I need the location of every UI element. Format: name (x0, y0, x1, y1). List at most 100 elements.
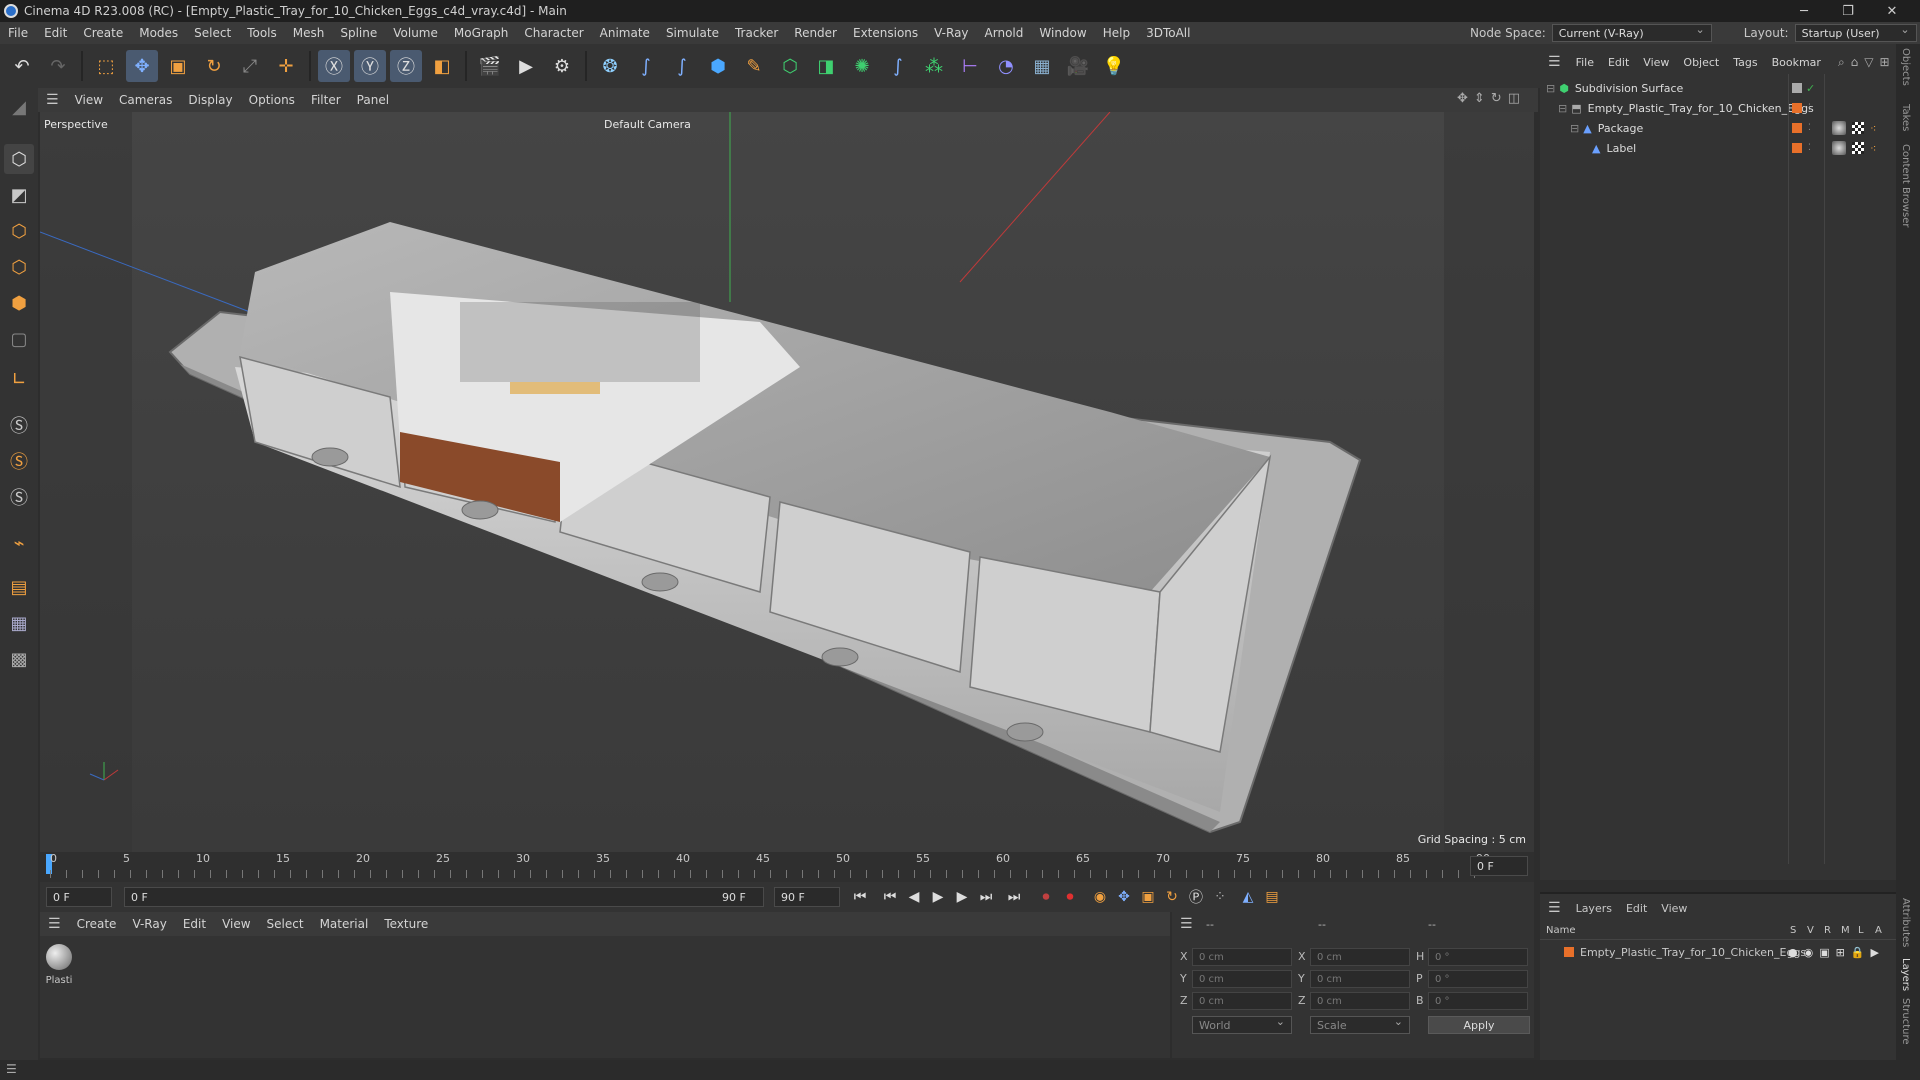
material-menu-view[interactable]: View (214, 917, 258, 931)
light-icon[interactable]: 💡 (1098, 50, 1130, 82)
make-editable-icon[interactable]: ◢ (4, 92, 34, 122)
object-menu-bookmarks[interactable]: Bookmar (1765, 56, 1828, 69)
previous-key-icon[interactable]: ⏮ (878, 885, 902, 909)
object-row-label[interactable]: ▲ Label ⁚ ⁖ (1540, 138, 1896, 158)
scale-icon[interactable]: ▣ (162, 50, 194, 82)
uvw-tag-icon[interactable] (1852, 122, 1864, 134)
scale-z-field[interactable]: 0 cm (1310, 992, 1410, 1010)
layer-row[interactable]: Empty_Plastic_Tray_for_10_Chicken_Eggs ●… (1540, 942, 1896, 962)
next-key-icon[interactable]: ⏭ (974, 885, 998, 909)
visibility-dots-icon[interactable]: ⁚ (1808, 123, 1811, 133)
apply-button[interactable]: Apply (1428, 1016, 1530, 1034)
rotation-h-field[interactable]: 0 ° (1428, 948, 1528, 966)
material-hamburger-icon[interactable]: ☰ (40, 916, 69, 932)
layer-color-icon[interactable] (1792, 123, 1802, 133)
expand-icon[interactable]: ⊟ (1570, 122, 1579, 135)
layout-select[interactable]: Startup (User) (1794, 23, 1917, 42)
close-button[interactable]: ✕ (1870, 0, 1914, 22)
enabled-check-icon[interactable]: ✓ (1806, 82, 1815, 95)
record-keys-icon[interactable]: ⏺ (1034, 885, 1058, 909)
menu-create[interactable]: Create (75, 26, 131, 40)
side-tab-objects[interactable]: Objects (1900, 48, 1911, 86)
material-menu-vray[interactable]: V-Ray (124, 917, 174, 931)
key-position-icon[interactable]: ✥ (1112, 885, 1136, 909)
menu-volume[interactable]: Volume (385, 26, 446, 40)
layer-col-manager[interactable]: M (1841, 925, 1858, 936)
recent-tools-icon[interactable]: ⤢ (234, 50, 266, 82)
side-tab-structure[interactable]: Structure (1900, 998, 1911, 1045)
position-z-field[interactable]: 0 cm (1192, 992, 1292, 1010)
render-picture-viewer-icon[interactable]: ▶ (510, 50, 542, 82)
python-icon[interactable]: ∫ (630, 50, 662, 82)
python-generator-icon[interactable]: ∫ (882, 50, 914, 82)
viewport-menu-panel[interactable]: Panel (349, 93, 397, 107)
scale-x-field[interactable]: 0 cm (1310, 948, 1410, 966)
live-selection-icon[interactable]: ⬚ (90, 50, 122, 82)
layer-color-icon[interactable] (1564, 947, 1574, 957)
menu-file[interactable]: File (0, 26, 36, 40)
vray-logo-icon[interactable]: ❂ (594, 50, 626, 82)
material-menu-create[interactable]: Create (69, 917, 125, 931)
layer-hamburger-icon[interactable]: ☰ (1540, 900, 1569, 916)
menu-help[interactable]: Help (1095, 26, 1138, 40)
object-menu-view[interactable]: View (1636, 56, 1676, 69)
menu-spline[interactable]: Spline (332, 26, 385, 40)
x-axis-lock-icon[interactable]: Ⓧ (318, 50, 350, 82)
rotation-p-field[interactable]: 0 ° (1428, 970, 1528, 988)
model-mode-icon[interactable]: ⬡ (4, 144, 34, 174)
grid-icon[interactable]: ▦ (4, 608, 34, 638)
key-parameter-icon[interactable]: Ⓟ (1184, 885, 1208, 909)
object-row-tray[interactable]: ⊟ ⬒ Empty_Plastic_Tray_for_10_Chicken_Eg… (1540, 98, 1896, 118)
python-icon-2[interactable]: ∫ (666, 50, 698, 82)
render-settings-icon[interactable]: ⚙ (546, 50, 578, 82)
viewport-navigation-icons[interactable]: ✥⇕↻◫ (1457, 91, 1526, 106)
object-menu-tags[interactable]: Tags (1726, 56, 1764, 69)
object-row-package[interactable]: ⊟ ▲ Package ⁚ ⁖ (1540, 118, 1896, 138)
3d-viewport[interactable]: Perspective Default Camera Grid Spacing … (40, 112, 1534, 852)
rotate-icon[interactable]: ↻ (198, 50, 230, 82)
menu-arnold[interactable]: Arnold (977, 26, 1032, 40)
expand-icon[interactable]: ⊟ (1546, 82, 1555, 95)
field-icon[interactable]: ◔ (990, 50, 1022, 82)
viewport-menu-options[interactable]: Options (241, 93, 303, 107)
auto-keying-icon[interactable]: ⏺ (1058, 885, 1082, 909)
add-tool-icon[interactable]: ✛ (270, 50, 302, 82)
snap-settings-icon[interactable]: Ⓢ (4, 446, 34, 476)
locked-workplane-icon[interactable]: ▩ (4, 644, 34, 674)
extrude-icon[interactable]: ◨ (810, 50, 842, 82)
scale-y-field[interactable]: 0 cm (1310, 970, 1410, 988)
expand-icon[interactable]: ⊟ (1558, 102, 1567, 115)
subdivision-icon[interactable]: ⬡ (774, 50, 806, 82)
coordinate-space-select[interactable]: World (1192, 1015, 1292, 1034)
side-tab-attributes[interactable]: Attributes (1900, 898, 1911, 947)
z-axis-lock-icon[interactable]: Ⓩ (390, 50, 422, 82)
next-frame-icon[interactable]: ▶ (950, 885, 974, 909)
object-search-icon[interactable]: ⌕⌂▽⊞ (1838, 55, 1896, 70)
material-menu-texture[interactable]: Texture (376, 917, 436, 931)
timeline-window-icon[interactable]: ▤ (1260, 885, 1284, 909)
status-menu-icon[interactable]: ☰ (6, 1062, 17, 1076)
floor-icon[interactable]: ▦ (1026, 50, 1058, 82)
object-menu-object[interactable]: Object (1676, 56, 1726, 69)
frame-range-slider[interactable]: 0 F (124, 887, 764, 907)
start-frame-field[interactable]: 0 F (46, 887, 112, 907)
viewport-menu-display[interactable]: Display (180, 93, 240, 107)
uvw-tag-icon[interactable] (1852, 142, 1864, 154)
end-frame-field[interactable]: 90 F (774, 887, 840, 907)
menu-simulate[interactable]: Simulate (658, 26, 727, 40)
previous-frame-icon[interactable]: ◀ (902, 885, 926, 909)
snap-icon[interactable]: Ⓢ (4, 410, 34, 440)
points-mode-icon[interactable]: ⬡ (4, 216, 34, 246)
move-icon[interactable]: ✥ (126, 50, 158, 82)
layer-col-view[interactable]: V (1807, 925, 1824, 936)
object-hamburger-icon[interactable]: ☰ (1540, 54, 1569, 70)
menu-modes[interactable]: Modes (131, 26, 186, 40)
side-tab-layers[interactable]: Layers (1900, 958, 1911, 991)
tag-checkbox-icon[interactable] (1792, 83, 1802, 93)
play-icon[interactable]: ▶ (926, 885, 950, 909)
material-tag-icon[interactable] (1832, 141, 1846, 155)
material-tag-icon[interactable] (1832, 121, 1846, 135)
menu-window[interactable]: Window (1031, 26, 1094, 40)
menu-mesh[interactable]: Mesh (285, 26, 333, 40)
layer-toggle-icons[interactable]: ●◉▣⊞🔒▶ (1788, 946, 1885, 959)
